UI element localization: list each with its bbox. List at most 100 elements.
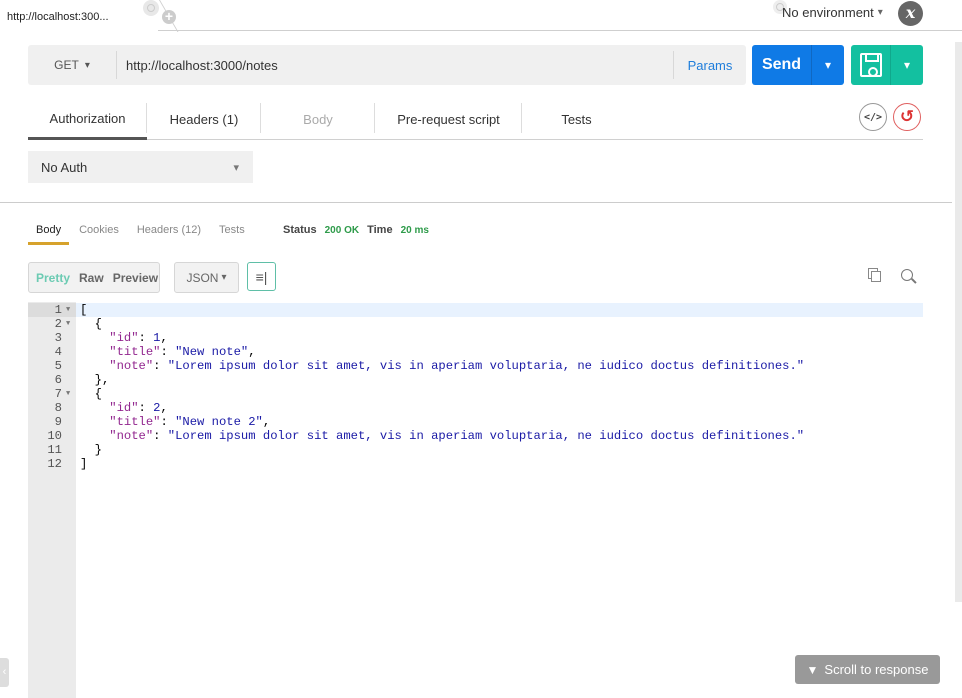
- wrap-lines-icon[interactable]: ≡|: [247, 262, 276, 291]
- json-punctuation: [80, 345, 109, 359]
- json-string: "Lorem ipsum dolor sit amet, vis in aper…: [167, 429, 805, 443]
- json-punctuation: ,: [248, 345, 256, 359]
- scroll-to-response-button[interactable]: ▼ Scroll to response: [795, 655, 940, 684]
- auth-type-select[interactable]: No Auth ▾: [28, 151, 253, 183]
- line-number: 6: [54, 373, 62, 387]
- response-tab-body[interactable]: Body: [28, 222, 70, 245]
- code-line: 8 "id": 2,: [28, 401, 923, 415]
- save-button-group: ▾: [851, 45, 923, 85]
- url-bar: GET ▾ Params: [28, 45, 746, 85]
- json-key: "title": [109, 345, 161, 359]
- sidebar-toggle-icon[interactable]: ‹: [0, 658, 9, 687]
- response-meta: Status 200 OK Time 20 ms: [283, 224, 429, 236]
- tab-tests[interactable]: Tests: [522, 100, 631, 139]
- json-punctuation: [: [80, 303, 88, 317]
- tab-authorization[interactable]: Authorization: [28, 100, 147, 140]
- json-punctuation: },: [80, 373, 110, 387]
- response-editor[interactable]: 1 ▼[2 ▼ {3 "id": 1, 4 "title": "New note", 5…: [28, 302, 923, 698]
- environment-settings-icon[interactable]: x: [898, 1, 923, 26]
- reset-icon[interactable]: ↺: [893, 103, 921, 131]
- json-key: "note": [109, 359, 154, 373]
- time-value: 20 ms: [400, 225, 429, 236]
- view-pretty-button[interactable]: Pretty: [36, 271, 70, 285]
- url-input[interactable]: [126, 45, 666, 85]
- chevron-down-icon: ▾: [84, 59, 90, 71]
- json-string: "New note": [175, 345, 249, 359]
- send-options-button[interactable]: ▾: [812, 45, 844, 85]
- json-punctuation: }: [80, 443, 102, 457]
- time-label: Time: [367, 224, 393, 236]
- code-line: 2 ▼ {: [28, 317, 923, 331]
- search-icon[interactable]: [901, 269, 917, 285]
- json-string: "Lorem ipsum dolor sit amet, vis in aper…: [167, 359, 805, 373]
- code-text: "title": "New note 2",: [80, 415, 270, 429]
- format-select[interactable]: JSON ▾: [174, 262, 239, 293]
- environment-select[interactable]: No environment ▾: [782, 5, 883, 20]
- status-value: 200 OK: [324, 225, 360, 236]
- line-number: 11: [47, 443, 62, 457]
- status-label: Status: [283, 224, 317, 236]
- chevron-down-icon: ▼: [806, 662, 819, 677]
- code-text: ]: [80, 457, 87, 471]
- code-text: "id": 1,: [80, 331, 168, 345]
- params-button[interactable]: Params: [674, 45, 746, 85]
- code-text: {: [80, 387, 102, 401]
- tab-pre-request-script[interactable]: Pre-request script: [375, 100, 522, 139]
- line-number: 8: [54, 401, 62, 415]
- request-tab[interactable]: http://localhost:300...: [0, 0, 150, 32]
- auth-type-label: No Auth: [41, 159, 88, 175]
- json-key: "note": [109, 429, 154, 443]
- line-number: 12: [47, 457, 62, 471]
- code-text: "note": "Lorem ipsum dolor sit amet, vis…: [80, 359, 804, 373]
- add-tab-icon[interactable]: +: [162, 9, 176, 24]
- chevron-down-icon: ▾: [824, 58, 832, 72]
- json-punctuation: ,: [262, 415, 271, 429]
- code-line: 6 },: [28, 373, 923, 387]
- line-number: 4: [54, 345, 62, 359]
- method-label: GET: [54, 58, 79, 72]
- fold-toggle-icon[interactable]: ▼: [66, 317, 70, 331]
- chevron-down-icon: ▾: [221, 272, 227, 283]
- view-preview-button[interactable]: Preview: [113, 271, 158, 285]
- scroll-to-response-label: Scroll to response: [824, 662, 929, 677]
- response-tab-tests[interactable]: Tests: [219, 222, 245, 245]
- json-punctuation: [80, 415, 109, 429]
- json-key: "id": [109, 331, 139, 345]
- json-key: "id": [109, 401, 139, 415]
- json-number: 1: [153, 331, 161, 345]
- save-options-button[interactable]: ▾: [891, 45, 923, 85]
- code-text: },: [80, 373, 110, 387]
- response-tab-headers[interactable]: Headers (12): [137, 222, 201, 245]
- tab-body[interactable]: Body: [261, 100, 375, 139]
- fold-toggle-icon[interactable]: ▼: [66, 303, 70, 317]
- fold-toggle-icon[interactable]: ▼: [66, 387, 70, 401]
- code-line: 9 "title": "New note 2",: [28, 415, 923, 429]
- response-tab-cookies[interactable]: Cookies: [79, 222, 119, 245]
- code-line: 12]: [28, 457, 923, 471]
- view-raw-button[interactable]: Raw: [79, 271, 104, 285]
- generate-code-icon[interactable]: </>: [859, 103, 887, 131]
- code-text: }: [80, 443, 102, 457]
- code-line: 7 ▼ {: [28, 387, 923, 401]
- json-key: "title": [109, 415, 161, 429]
- view-mode-group: Pretty Raw Preview: [28, 262, 160, 293]
- tab-close-icon[interactable]: [143, 0, 159, 16]
- floppy-disk-icon: [859, 53, 882, 77]
- save-button[interactable]: [851, 45, 891, 85]
- tab-headers[interactable]: Headers (1): [147, 100, 261, 139]
- line-number: 10: [47, 429, 62, 443]
- tab-bar: http://localhost:300... + No environment…: [0, 0, 962, 32]
- chevron-down-icon: ▾: [877, 7, 883, 18]
- tab-bar-divider: [158, 30, 962, 31]
- url-divider: [116, 51, 117, 79]
- json-punctuation: :: [138, 331, 154, 345]
- code-line: 1 ▼[: [28, 303, 923, 317]
- send-button[interactable]: Send: [752, 45, 812, 85]
- vertical-scrollbar[interactable]: [955, 42, 962, 602]
- copy-icon[interactable]: [868, 268, 882, 283]
- request-tab-label: http://localhost:300...: [7, 11, 109, 23]
- method-select[interactable]: GET ▾: [28, 45, 116, 85]
- json-punctuation: {: [80, 317, 102, 331]
- json-punctuation: :: [138, 401, 154, 415]
- environment-select-label: No environment: [782, 5, 874, 20]
